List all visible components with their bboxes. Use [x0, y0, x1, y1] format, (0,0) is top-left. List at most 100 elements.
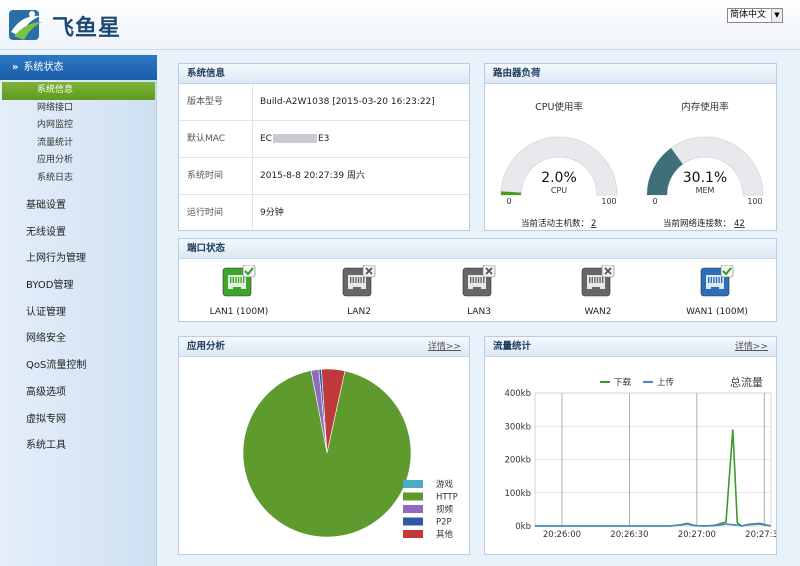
legend-swatch: [403, 530, 423, 538]
y-tick-label: 0kb: [515, 522, 531, 532]
sidebar-item-lan-monitor[interactable]: 内网监控: [0, 117, 157, 135]
mem-gauge-min: 0: [652, 197, 657, 206]
port-label: WAN2: [584, 307, 612, 317]
info-value: Build-A2W1038 [2015-03-20 16:23:22]: [260, 97, 435, 107]
info-key: 版本型号: [187, 97, 224, 107]
port-status-panel: 端口状态 LAN1 (100M) LAN2 LAN3 WAN2 WAN1 (10…: [178, 238, 777, 322]
x-tick-label: 20:27:00: [678, 530, 716, 540]
router-load-panel: 路由器负荷 CPU使用率 内存使用率 2.0% CPU 0 100 30.1% …: [484, 63, 777, 231]
sidebar: » 系统状态 系统信息 网络接口 内网监控 流量统计 应用分析 系统日志 基础设置…: [0, 55, 157, 566]
sidebar-item-app-analysis[interactable]: 应用分析: [0, 152, 157, 170]
sidebar-section-system-status[interactable]: » 系统状态: [0, 55, 157, 80]
legend-swatch: [403, 492, 423, 501]
system-info-panel: 系统信息 版本型号 Build-A2W1038 [2015-03-20 16:2…: [178, 63, 470, 232]
panel-header: 应用分析 详情>>: [179, 337, 469, 357]
mem-gauge-value: 30.1%: [683, 170, 727, 186]
sidebar-submenu: 系统信息 网络接口 内网监控 流量统计 应用分析 系统日志: [0, 82, 157, 187]
sidebar-item-vpn[interactable]: 虚拟专网: [0, 407, 157, 434]
port-label: WAN1 (100M): [686, 307, 748, 317]
legend-label: 游戏: [436, 479, 454, 490]
cpu-gauge-min: 0: [506, 197, 511, 206]
x-tick-label: 20:27:30: [745, 530, 776, 540]
ethernet-port-connected-icon: [700, 264, 734, 299]
sidebar-item-system-info[interactable]: 系统信息: [2, 82, 155, 100]
mac-suffix: E3: [317, 134, 330, 144]
ethernet-port-disconnected-icon: [342, 264, 376, 299]
legend-label: 视频: [436, 504, 454, 515]
mac-prefix: EC: [260, 134, 272, 144]
info-value: 9分钟: [260, 208, 284, 218]
sidebar-item-byod[interactable]: BYOD管理: [0, 273, 157, 300]
x-tick-label: 20:26:30: [610, 530, 648, 540]
connections-label: 当前网络连接数：: [663, 218, 731, 229]
legend-swatch: [403, 480, 423, 488]
active-hosts-link[interactable]: 2: [591, 219, 596, 229]
sidebar-main-menu: 基础设置 无线设置 上网行为管理 BYOD管理 认证管理 网络安全 QoS流量控…: [0, 193, 157, 460]
legend-label: HTTP: [436, 493, 458, 503]
info-key: 系统时间: [187, 171, 224, 181]
sidebar-item-auth[interactable]: 认证管理: [0, 300, 157, 327]
mem-gauge-title: 内存使用率: [681, 101, 729, 113]
sidebar-item-system-log[interactable]: 系统日志: [0, 170, 157, 188]
panel-header: 流量统计 详情>>: [485, 337, 776, 357]
info-row-uptime: 运行时间 9分钟: [179, 195, 469, 232]
legend-swatch: [403, 517, 423, 526]
sidebar-item-security[interactable]: 网络安全: [0, 326, 157, 353]
cpu-gauge-max: 100: [601, 197, 616, 206]
info-key: 默认MAC: [187, 134, 226, 144]
legend-label: 下载: [614, 377, 632, 388]
info-value: EC E3: [260, 121, 329, 158]
port-lan3[interactable]: LAN3: [429, 264, 529, 317]
mem-gauge-max: 100: [747, 197, 762, 206]
sidebar-item-wireless-settings[interactable]: 无线设置: [0, 220, 157, 247]
legend-label: 上传: [657, 377, 675, 388]
language-select[interactable]: 简体中文 ▼: [727, 8, 783, 23]
legend-swatch: [403, 505, 423, 513]
info-key: 运行时间: [187, 208, 224, 218]
language-select-value: 简体中文: [730, 10, 767, 20]
cpu-gauge-value: 2.0%: [541, 170, 577, 186]
details-link[interactable]: 详情>>: [735, 337, 768, 357]
info-row-mac: 默认MAC EC E3: [179, 121, 469, 158]
flow-stats-panel: 流量统计 详情>> 400kb 300kb 200kb 100kb 0kb 20:26:0…: [484, 336, 777, 555]
active-hosts-label: 当前活动主机数：: [521, 218, 589, 229]
double-chevron-down-icon: »: [12, 62, 19, 73]
ethernet-port-connected-icon: [222, 264, 256, 299]
y-tick-label: 300kb: [504, 422, 531, 432]
connections-link[interactable]: 42: [734, 219, 745, 229]
mem-gauge-unit: MEM: [696, 186, 715, 195]
sidebar-item-advanced[interactable]: 高级选项: [0, 380, 157, 407]
app-analysis-panel: 应用分析 详情>> 游戏 HTTP 视频 P2P 其他: [178, 336, 470, 555]
traffic-line-chart: 400kb 300kb 200kb 100kb 0kb 20:26:00 20:26:30 2…: [504, 375, 776, 540]
sidebar-section-title: 系统状态: [23, 62, 64, 73]
port-lan2[interactable]: LAN2: [309, 264, 409, 317]
y-tick-label: 400kb: [504, 389, 531, 399]
sidebar-item-qos[interactable]: QoS流量控制: [0, 353, 157, 380]
y-tick-label: 200kb: [504, 456, 531, 466]
panel-title: 流量统计: [493, 341, 532, 352]
y-tick-label: 100kb: [504, 489, 531, 499]
port-wan1[interactable]: WAN1 (100M): [667, 264, 767, 317]
sidebar-item-behavior-management[interactable]: 上网行为管理: [0, 246, 157, 273]
ethernet-port-disconnected-icon: [462, 264, 496, 299]
cpu-gauge-title: CPU使用率: [535, 101, 583, 113]
panel-title: 端口状态: [179, 239, 776, 259]
details-link[interactable]: 详情>>: [428, 337, 461, 357]
legend-label: 其他: [436, 529, 454, 540]
info-row-time: 系统时间 2015-8-8 20:27:39 周六: [179, 158, 469, 195]
panel-title: 系统信息: [179, 64, 469, 84]
x-tick-label: 20:26:00: [543, 530, 581, 540]
port-label: LAN1 (100M): [209, 307, 269, 317]
cpu-gauge-unit: CPU: [551, 186, 567, 195]
brand-logo: 飞鱼星: [8, 8, 168, 42]
app-pie-chart: 游戏 HTTP视频 P2P其他: [242, 368, 458, 540]
chevron-down-icon[interactable]: ▼: [771, 9, 782, 22]
sidebar-item-basic-settings[interactable]: 基础设置: [0, 193, 157, 220]
ethernet-port-disconnected-icon: [581, 264, 615, 299]
brand-name: 飞鱼星: [52, 16, 122, 41]
sidebar-item-network-interface[interactable]: 网络接口: [0, 100, 157, 118]
port-lan1[interactable]: LAN1 (100M): [189, 264, 289, 317]
port-wan2[interactable]: WAN2: [548, 264, 648, 317]
sidebar-item-system-tools[interactable]: 系统工具: [0, 433, 157, 460]
sidebar-item-traffic-stats[interactable]: 流量统计: [0, 135, 157, 153]
